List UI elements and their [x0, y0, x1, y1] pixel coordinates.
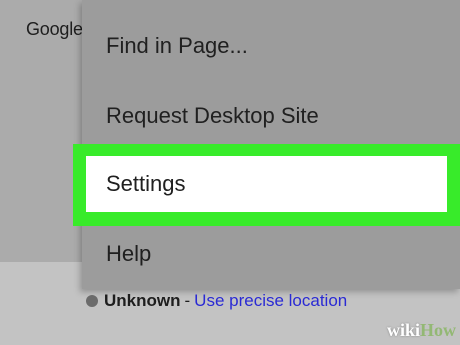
- settings-label: Settings: [106, 171, 186, 196]
- location-separator: -: [184, 291, 191, 310]
- watermark-how: How: [420, 320, 456, 340]
- google-logo-text: Google: [26, 19, 83, 39]
- menu-item-help[interactable]: Help: [106, 241, 151, 267]
- wikihow-watermark: wikiHow: [387, 320, 456, 341]
- location-status: Unknown: [104, 291, 181, 310]
- use-precise-location-link[interactable]: Use precise location: [194, 291, 347, 311]
- menu-item-request-desktop-site[interactable]: Request Desktop Site: [106, 103, 319, 129]
- menu-item-settings[interactable]: Settings: [86, 156, 447, 212]
- watermark-wiki: wiki: [386, 320, 420, 340]
- menu-item-find-in-page[interactable]: Find in Page...: [106, 33, 248, 59]
- location-status-dot-icon: [86, 295, 98, 307]
- location-row: Unknown - Use precise location: [86, 291, 347, 311]
